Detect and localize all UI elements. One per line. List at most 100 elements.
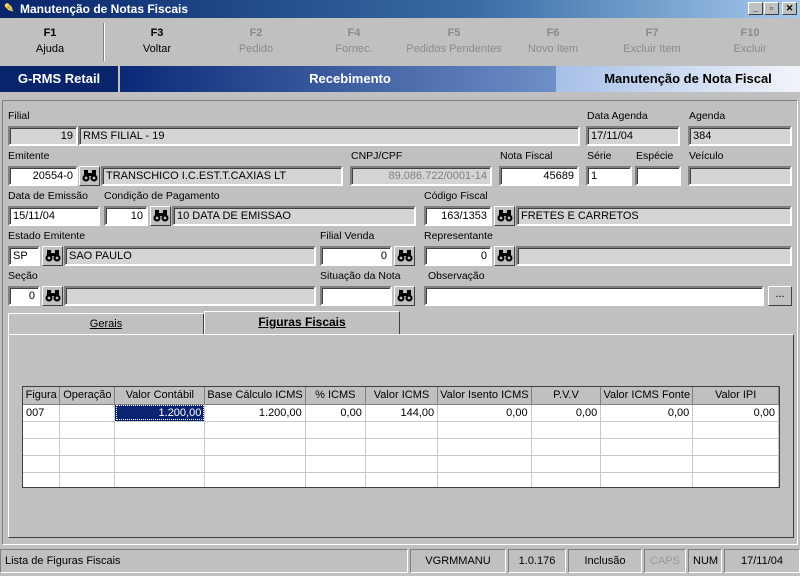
cnpj-label: CNPJ/CPF <box>351 150 403 162</box>
cell-pct-icms[interactable]: 0,00 <box>305 404 366 422</box>
estado-emitente-search-button[interactable] <box>42 246 63 266</box>
cell-valor-icms[interactable]: 144,00 <box>365 404 439 422</box>
figuras-fiscais-grid[interactable]: Figura Operação Valor Contábil Base Cálc… <box>22 386 780 488</box>
binoculars-icon <box>397 250 413 262</box>
fkey-label: Pedidos Pendentes <box>406 43 502 55</box>
module-banner: G-RMS Retail Recebimento Manutenção de N… <box>0 66 800 92</box>
especie-field[interactable] <box>635 166 681 186</box>
col-header[interactable]: Operação <box>59 387 116 405</box>
binoculars-icon <box>45 250 61 262</box>
binoculars-icon <box>153 210 169 222</box>
data-emissao-label: Data de Emissão <box>8 190 88 202</box>
emitente-search-button[interactable] <box>79 166 100 186</box>
emitente-code-field[interactable]: 20554-0 <box>8 166 78 186</box>
tab-gerais[interactable]: Gerais <box>8 313 204 335</box>
cond-pagamento-search-button[interactable] <box>150 206 171 226</box>
status-message: Lista de Figuras Fiscais <box>0 549 408 573</box>
fkey-divider <box>103 23 105 61</box>
fkey-label: Fornec. <box>335 43 373 55</box>
representante-search-button[interactable] <box>494 246 515 266</box>
fkey-pedidos-pendentes[interactable]: F5 Pedidos Pendentes <box>404 27 504 55</box>
table-row[interactable] <box>23 472 779 487</box>
observacao-ellipsis-button[interactable]: ... <box>768 286 792 306</box>
emitente-label: Emitente <box>8 150 50 162</box>
fkey-novo-item[interactable]: F6 Novo Item <box>503 27 603 55</box>
fkey-label: Voltar <box>142 43 172 55</box>
fkey-code: F10 <box>740 27 760 39</box>
cell-pvv[interactable]: 0,00 <box>531 404 602 422</box>
secao-label: Seção <box>8 270 38 282</box>
fkey-pedido[interactable]: F2 Pedido <box>206 27 306 55</box>
fkey-label: Novo Item <box>527 43 579 55</box>
filial-venda-search-button[interactable] <box>394 246 415 266</box>
serie-field[interactable]: 1 <box>586 166 632 186</box>
col-header[interactable]: Figura <box>23 387 61 405</box>
secao-code-field[interactable]: 0 <box>8 286 40 306</box>
col-header[interactable]: Valor IPI <box>692 387 779 405</box>
col-header[interactable]: Valor ICMS <box>365 387 439 405</box>
fkey-code: F1 <box>43 27 57 39</box>
fkey-ajuda[interactable]: F1 Ajuda <box>0 27 100 55</box>
col-header[interactable]: Valor ICMS Fonte <box>600 387 694 405</box>
col-header[interactable]: Base Cálculo ICMS <box>204 387 306 405</box>
representante-code-field[interactable]: 0 <box>424 246 492 266</box>
window-title: Manutenção de Notas Fiscais <box>20 2 189 16</box>
secao-search-button[interactable] <box>42 286 63 306</box>
fkey-label: Excluir Item <box>623 43 681 55</box>
observacao-label: Observação <box>428 270 485 282</box>
table-row[interactable] <box>23 438 779 456</box>
observacao-field[interactable] <box>424 286 764 306</box>
fkey-code: F3 <box>150 27 164 39</box>
fkey-code: F6 <box>546 27 560 39</box>
cell-figura[interactable]: 007 <box>23 404 61 422</box>
filial-label: Filial <box>8 110 30 122</box>
representante-name-field <box>516 246 792 266</box>
fkey-fornec[interactable]: F4 Fornec. <box>304 27 404 55</box>
cond-pagamento-name-field: 10 DATA DE EMISSAO <box>172 206 416 226</box>
situacao-nota-search-button[interactable] <box>394 286 415 306</box>
cell-valor-ipi[interactable]: 0,00 <box>692 404 779 422</box>
restore-button[interactable]: ▫ <box>764 2 779 15</box>
col-header[interactable]: P.V.V <box>531 387 602 405</box>
fkey-code: F5 <box>447 27 461 39</box>
fkey-excluir-item[interactable]: F7 Excluir Item <box>602 27 702 55</box>
cell-valor-isento-icms[interactable]: 0,00 <box>437 404 532 422</box>
codigo-fiscal-search-button[interactable] <box>494 206 515 226</box>
cell-operacao[interactable] <box>59 404 116 422</box>
col-header[interactable]: % ICMS <box>305 387 366 405</box>
tab-figuras-fiscais[interactable]: Figuras Fiscais <box>204 311 400 335</box>
title-bar: ✎ Manutenção de Notas Fiscais _ ▫ ✕ <box>0 0 800 18</box>
table-row[interactable] <box>23 421 779 439</box>
fkey-label: Pedido <box>238 43 274 55</box>
binoculars-icon <box>45 290 61 302</box>
nota-fiscal-label: Nota Fiscal <box>500 150 553 162</box>
estado-emitente-code-field[interactable]: SP <box>8 246 40 266</box>
app-icon: ✎ <box>4 1 15 15</box>
status-date: 17/11/04 <box>724 549 800 573</box>
app-name: G-RMS Retail <box>0 66 118 92</box>
veiculo-field <box>688 166 792 186</box>
agenda-label: Agenda <box>689 110 726 122</box>
module-name: Recebimento <box>120 66 556 92</box>
serie-label: Série <box>587 150 612 162</box>
status-version: 1.0.176 <box>508 549 566 573</box>
tab-strip: Gerais Figuras Fiscais <box>8 311 794 335</box>
codigo-fiscal-code-field[interactable]: 163/1353 <box>424 206 492 226</box>
col-header[interactable]: Valor Contábil <box>114 387 206 405</box>
cond-pagamento-code-field[interactable]: 10 <box>104 206 148 226</box>
nota-fiscal-field[interactable]: 45689 <box>499 166 579 186</box>
fkey-excluir[interactable]: F10 Excluir <box>700 27 800 55</box>
cell-valor-contabil[interactable]: 1.200,00 <box>114 404 206 422</box>
cell-valor-icms-fonte[interactable]: 0,00 <box>600 404 694 422</box>
data-emissao-field[interactable]: 15/11/04 <box>8 206 100 226</box>
filial-venda-field[interactable]: 0 <box>320 246 392 266</box>
cell-base-calculo-icms[interactable]: 1.200,00 <box>204 404 306 422</box>
table-row[interactable] <box>23 455 779 473</box>
fkey-voltar[interactable]: F3 Voltar <box>107 27 207 55</box>
close-button[interactable]: ✕ <box>782 2 797 15</box>
situacao-nota-field[interactable] <box>320 286 392 306</box>
table-row[interactable]: 007 1.200,00 1.200,00 0,00 144,00 0,00 0… <box>23 404 779 422</box>
minimize-button[interactable]: _ <box>748 2 763 15</box>
col-header[interactable]: Valor Isento ICMS <box>437 387 532 405</box>
filial-code-field[interactable]: 19 <box>8 126 78 146</box>
